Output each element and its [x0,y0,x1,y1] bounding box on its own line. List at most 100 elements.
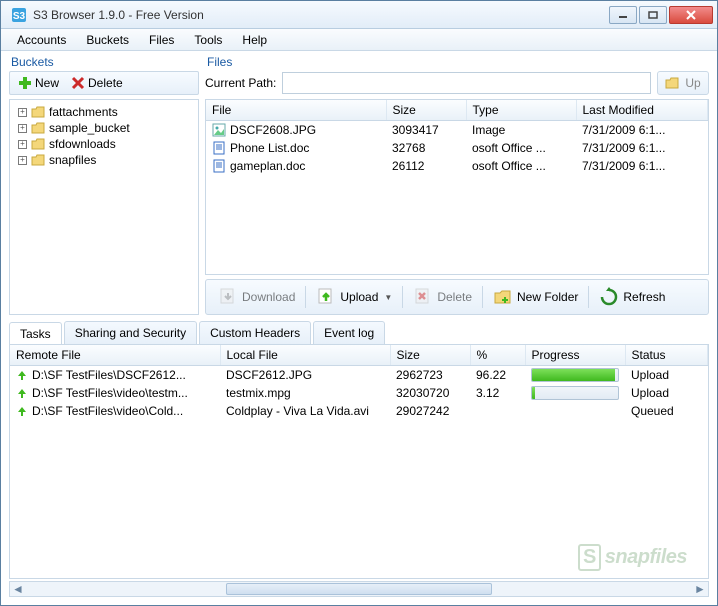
bucket-item[interactable]: + sample_bucket [12,120,196,136]
task-size: 29027242 [390,402,470,420]
files-label: Files [205,55,709,69]
folder-icon [31,154,45,166]
file-size: 26112 [386,157,466,175]
files-toolbar: Download Upload ▼ Delete [205,279,709,315]
upload-button[interactable]: Upload ▼ [310,285,398,309]
scroll-thumb[interactable] [226,583,492,595]
file-size: 3093417 [386,121,466,140]
expander-icon[interactable]: + [18,108,27,117]
bucket-item[interactable]: + fattachments [12,104,196,120]
folder-up-icon [665,76,681,90]
task-percent: 3.12 [470,384,525,402]
svg-text:S3: S3 [13,11,26,22]
download-button[interactable]: Download [212,285,301,309]
delete-file-button[interactable]: Delete [407,285,478,309]
delete-bucket-button[interactable]: Delete [67,75,127,91]
menu-tools[interactable]: Tools [184,31,232,49]
task-status: Queued [625,402,708,420]
task-status: Upload [625,366,708,385]
menu-accounts[interactable]: Accounts [7,31,76,49]
bucket-name: sample_bucket [49,121,130,135]
scroll-left-icon[interactable]: ◄ [10,582,26,596]
menu-buckets[interactable]: Buckets [76,31,139,49]
file-name: DSCF2608.JPG [230,123,316,137]
bucket-tree[interactable]: +fattachments+sample_bucket+sfdownloads+… [9,99,199,315]
tab-headers[interactable]: Custom Headers [199,321,311,344]
col-progress[interactable]: Progress [525,345,625,366]
folder-icon [31,138,45,150]
minimize-button[interactable] [609,6,637,24]
x-icon [71,76,85,90]
scroll-right-icon[interactable]: ► [692,582,708,596]
chevron-down-icon: ▼ [384,293,392,302]
file-size: 32768 [386,139,466,157]
upload-arrow-icon [16,405,28,417]
image-file-icon [212,123,226,137]
col-remote[interactable]: Remote File [10,345,220,366]
new-folder-button[interactable]: New Folder [487,285,584,309]
task-status: Upload [625,384,708,402]
col-status[interactable]: Status [625,345,708,366]
file-row[interactable]: gameplan.doc26112osoft Office ...7/31/20… [206,157,708,175]
tab-sharing[interactable]: Sharing and Security [64,321,197,344]
task-row[interactable]: D:\SF TestFiles\video\Cold...Coldplay - … [10,402,708,420]
bucket-name: sfdownloads [49,137,116,151]
task-size: 32030720 [390,384,470,402]
menu-help[interactable]: Help [232,31,277,49]
tab-eventlog[interactable]: Event log [313,321,385,344]
expander-icon[interactable]: + [18,156,27,165]
tasks-table[interactable]: Remote File Local File Size % Progress S… [10,345,708,420]
close-button[interactable] [669,6,713,24]
menu-files[interactable]: Files [139,31,184,49]
file-type: Image [466,121,576,140]
col-modified[interactable]: Last Modified [576,100,708,121]
file-modified: 7/31/2009 6:1... [576,121,708,140]
task-row[interactable]: D:\SF TestFiles\DSCF2612... DSCF2612.JPG2… [10,366,708,385]
bucket-item[interactable]: +snapfiles [12,152,196,168]
file-row[interactable]: Phone List.doc32768osoft Office ...7/31/… [206,139,708,157]
plus-icon [18,76,32,90]
progress-bar [531,386,619,400]
file-table[interactable]: File Size Type Last Modified DSCF2608.JP… [206,100,708,175]
task-remote: D:\SF TestFiles\DSCF2612... [32,368,186,382]
menubar: Accounts Buckets Files Tools Help [1,29,717,51]
file-name: gameplan.doc [230,159,305,173]
download-icon [218,287,238,307]
col-file[interactable]: File [206,100,386,121]
current-path-label: Current Path: [205,76,276,90]
task-row[interactable]: D:\SF TestFiles\video\testm...testmix.mp… [10,384,708,402]
task-local: DSCF2612.JPG [220,366,390,385]
doc-file-icon [212,141,226,155]
delete-icon [413,287,433,307]
maximize-button[interactable] [639,6,667,24]
col-local[interactable]: Local File [220,345,390,366]
folder-icon [31,122,45,134]
app-icon: S3 [11,7,27,23]
col-type[interactable]: Type [466,100,576,121]
titlebar[interactable]: S3 S3 Browser 1.9.0 - Free Version [1,1,717,29]
file-name: Phone List.doc [230,141,309,155]
file-modified: 7/31/2009 6:1... [576,139,708,157]
task-percent [470,402,525,420]
task-local: Coldplay - Viva La Vida.avi [220,402,390,420]
expander-icon[interactable]: + [18,124,27,133]
current-path-input[interactable] [282,72,651,94]
task-percent: 96.22 [470,366,525,385]
horizontal-scrollbar[interactable]: ◄ ► [9,581,709,597]
up-button[interactable]: Up [657,71,709,95]
new-folder-icon [493,287,513,307]
task-size: 2962723 [390,366,470,385]
col-size[interactable]: Size [386,100,466,121]
expander-icon[interactable]: + [18,140,27,149]
buckets-toolbar: New Delete [9,71,199,95]
task-local: testmix.mpg [220,384,390,402]
file-row[interactable]: DSCF2608.JPG 3093417Image7/31/2009 6:1... [206,121,708,140]
new-bucket-button[interactable]: New [14,75,63,91]
refresh-button[interactable]: Refresh [593,285,671,309]
col-task-size[interactable]: Size [390,345,470,366]
bucket-name: fattachments [49,105,118,119]
col-percent[interactable]: % [470,345,525,366]
file-type: osoft Office ... [466,157,576,175]
bucket-item[interactable]: + sfdownloads [12,136,196,152]
tab-tasks[interactable]: Tasks [9,322,62,345]
